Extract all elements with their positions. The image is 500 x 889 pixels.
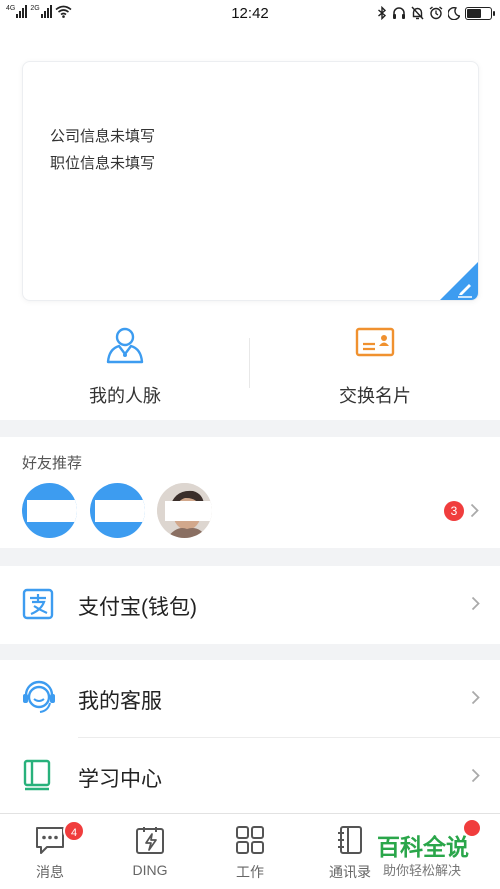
tab-work-label: 工作 xyxy=(236,864,264,880)
customer-service-row[interactable]: 我的客服 xyxy=(0,660,500,738)
customer-service-label: 我的客服 xyxy=(78,690,162,713)
position-info-text: 职位信息未填写 xyxy=(50,155,156,172)
alipay-icon xyxy=(22,588,54,620)
friend-avatar[interactable] xyxy=(22,483,77,538)
alipay-row[interactable]: 支付宝(钱包) xyxy=(0,566,500,644)
chevron-right-icon xyxy=(471,690,480,705)
ding-icon xyxy=(136,827,164,854)
battery-icon xyxy=(465,6,495,20)
book-icon xyxy=(23,759,51,791)
chevron-right-icon xyxy=(471,768,480,783)
address-book-icon xyxy=(338,826,362,854)
customer-service-icon xyxy=(23,680,55,713)
moon-icon xyxy=(448,6,460,20)
study-center-row[interactable]: 学习中心 xyxy=(0,738,500,816)
friend-recommend-title: 好友推荐 xyxy=(22,455,83,472)
services-section: 我的客服 学习中心 xyxy=(0,660,500,813)
status-bar: 4G 2G 12:42 xyxy=(0,0,500,28)
message-badge: 4 xyxy=(63,820,85,842)
redaction-bar xyxy=(165,501,212,521)
contacts-person-icon xyxy=(106,327,144,364)
tab-work[interactable]: 工作 xyxy=(200,814,300,889)
watermark-logo: 百科全说 xyxy=(377,834,469,860)
profile-section: 公司信息未填写 职位信息未填写 我的人脉 交换名片 xyxy=(0,28,500,420)
friend-count-badge: 3 xyxy=(444,501,464,521)
message-icon xyxy=(36,827,64,854)
headset-icon xyxy=(393,7,405,19)
exchange-card-button[interactable]: 交换名片 xyxy=(250,320,500,420)
business-card-icon xyxy=(355,327,395,357)
chevron-right-icon xyxy=(471,596,480,611)
redaction-bar xyxy=(95,500,145,522)
alarm-icon xyxy=(429,6,443,20)
grid-icon xyxy=(236,826,264,854)
watermark-tagline: 助你轻松解决 xyxy=(383,863,462,878)
battery-fill xyxy=(467,8,481,18)
tab-messages[interactable]: 4 消息 xyxy=(0,814,100,889)
exchange-card-label: 交换名片 xyxy=(339,386,411,406)
study-center-label: 学习中心 xyxy=(78,768,162,791)
business-card[interactable]: 公司信息未填写 职位信息未填写 xyxy=(22,61,479,301)
tab-ding[interactable]: DING xyxy=(100,814,200,889)
tab-ding-label: DING xyxy=(132,862,168,878)
alipay-label: 支付宝(钱包) xyxy=(78,596,197,619)
edit-icon[interactable] xyxy=(440,262,478,300)
tab-messages-label: 消息 xyxy=(36,864,64,880)
wallet-section: 支付宝(钱包) xyxy=(0,566,500,644)
friend-avatar[interactable] xyxy=(90,483,145,538)
company-info-text: 公司信息未填写 xyxy=(50,128,156,145)
bluetooth-icon xyxy=(378,6,387,20)
redaction-bar xyxy=(27,500,77,522)
my-contacts-label: 我的人脉 xyxy=(89,386,161,406)
mute-bell-icon xyxy=(411,6,424,20)
friend-avatar[interactable] xyxy=(157,483,212,538)
status-icons xyxy=(377,6,495,20)
friend-recommend-section[interactable]: 好友推荐 3 xyxy=(0,437,500,548)
my-contacts-button[interactable]: 我的人脉 xyxy=(0,320,250,420)
chevron-right-icon xyxy=(470,503,479,518)
